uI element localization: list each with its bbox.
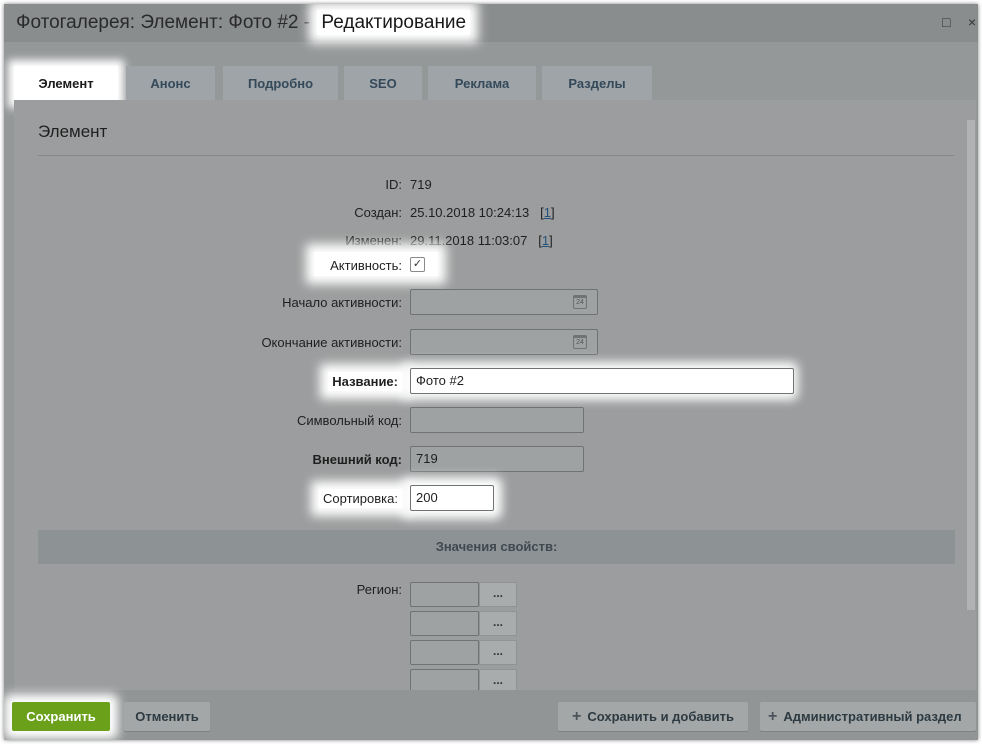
section-divider: [38, 155, 954, 156]
region-input[interactable]: [410, 640, 479, 665]
region-select-button[interactable]: ...: [479, 640, 517, 665]
symbolic-code-input[interactable]: [410, 407, 584, 433]
dialog-titlebar[interactable]: Фотогалерея: Элемент: Фото #2 - Редактир…: [4, 4, 978, 42]
created-value: 25.10.2018 10:24:13 [1]: [410, 205, 555, 220]
region-input[interactable]: [410, 582, 479, 607]
tab-seo[interactable]: SEO: [344, 66, 422, 102]
modified-bracket-close: ]: [549, 233, 553, 248]
plus-icon: +: [768, 708, 778, 725]
region-input[interactable]: [410, 611, 479, 636]
created-user-link[interactable]: 1: [544, 205, 551, 220]
admin-section-button[interactable]: + Административный раздел: [760, 702, 976, 731]
properties-header: Значения свойств:: [38, 530, 955, 564]
region-label: Регион:: [356, 582, 402, 597]
form-panel: Элемент ID: 719 Создан: 25.10.2018 10:24…: [14, 100, 976, 690]
maximize-icon[interactable]: □: [942, 14, 950, 30]
sort-input[interactable]: 200: [410, 485, 494, 511]
region-input[interactable]: [410, 669, 479, 690]
tab-announce[interactable]: Анонс: [126, 66, 215, 102]
active-label: Активность:: [330, 258, 402, 273]
panel-scrollbar[interactable]: [967, 120, 975, 610]
modified-user-link[interactable]: 1: [542, 233, 549, 248]
name-input[interactable]: Фото #2: [410, 368, 794, 394]
name-label: Название:: [328, 372, 402, 391]
admin-section-label: Административный раздел: [783, 709, 962, 724]
external-code-input[interactable]: 719: [410, 446, 584, 472]
save-button[interactable]: Сохранить: [12, 702, 110, 731]
save-and-add-label: Сохранить и добавить: [587, 709, 734, 724]
tab-sections[interactable]: Разделы: [542, 66, 652, 102]
region-select-button[interactable]: ...: [479, 582, 517, 607]
active-from-label: Начало активности:: [282, 295, 402, 310]
id-label: ID:: [385, 177, 402, 192]
symbolic-code-label: Символьный код:: [296, 413, 402, 428]
modified-date: 29.11.2018 11:03:07: [410, 233, 528, 248]
dialog-title-mode: Редактирование: [317, 10, 471, 35]
modified-value: 29.11.2018 11:03:07 [1]: [410, 233, 553, 248]
section-title: Элемент: [38, 122, 108, 141]
calendar-icon[interactable]: 24: [573, 295, 587, 309]
calendar-icon[interactable]: 24: [573, 335, 587, 349]
created-label: Создан:: [354, 205, 402, 220]
tab-ads[interactable]: Реклама: [428, 66, 536, 102]
active-to-input[interactable]: 24: [410, 329, 598, 355]
region-select-button[interactable]: ...: [479, 611, 517, 636]
modified-label: Изменен:: [345, 233, 402, 248]
dialog-footer: Сохранить Отменить + Сохранить и добавить…: [4, 690, 978, 740]
external-code-label: Внешний код:: [312, 452, 402, 467]
sort-label: Сортировка:: [319, 489, 402, 508]
created-date: 25.10.2018 10:24:13: [410, 205, 530, 220]
id-value: 719: [410, 177, 432, 192]
cancel-button[interactable]: Отменить: [124, 702, 210, 731]
active-from-input[interactable]: 24: [410, 289, 598, 315]
active-to-label: Окончание активности:: [261, 335, 402, 350]
created-bracket-close: ]: [550, 205, 555, 220]
tab-element[interactable]: Элемент: [14, 66, 118, 102]
save-and-add-button[interactable]: + Сохранить и добавить: [558, 702, 748, 731]
region-select-button[interactable]: ...: [479, 669, 517, 690]
close-icon[interactable]: ×: [968, 14, 976, 30]
dialog-title-main: Фотогалерея: Элемент: Фото #2 -: [16, 12, 316, 33]
active-checkbox[interactable]: ✓: [410, 257, 425, 272]
dialog-title: Фотогалерея: Элемент: Фото #2 - Редактир…: [16, 10, 471, 35]
tab-details[interactable]: Подробно: [223, 66, 338, 102]
plus-icon: +: [572, 708, 582, 725]
edit-dialog: Фотогалерея: Элемент: Фото #2 - Редактир…: [4, 4, 978, 740]
